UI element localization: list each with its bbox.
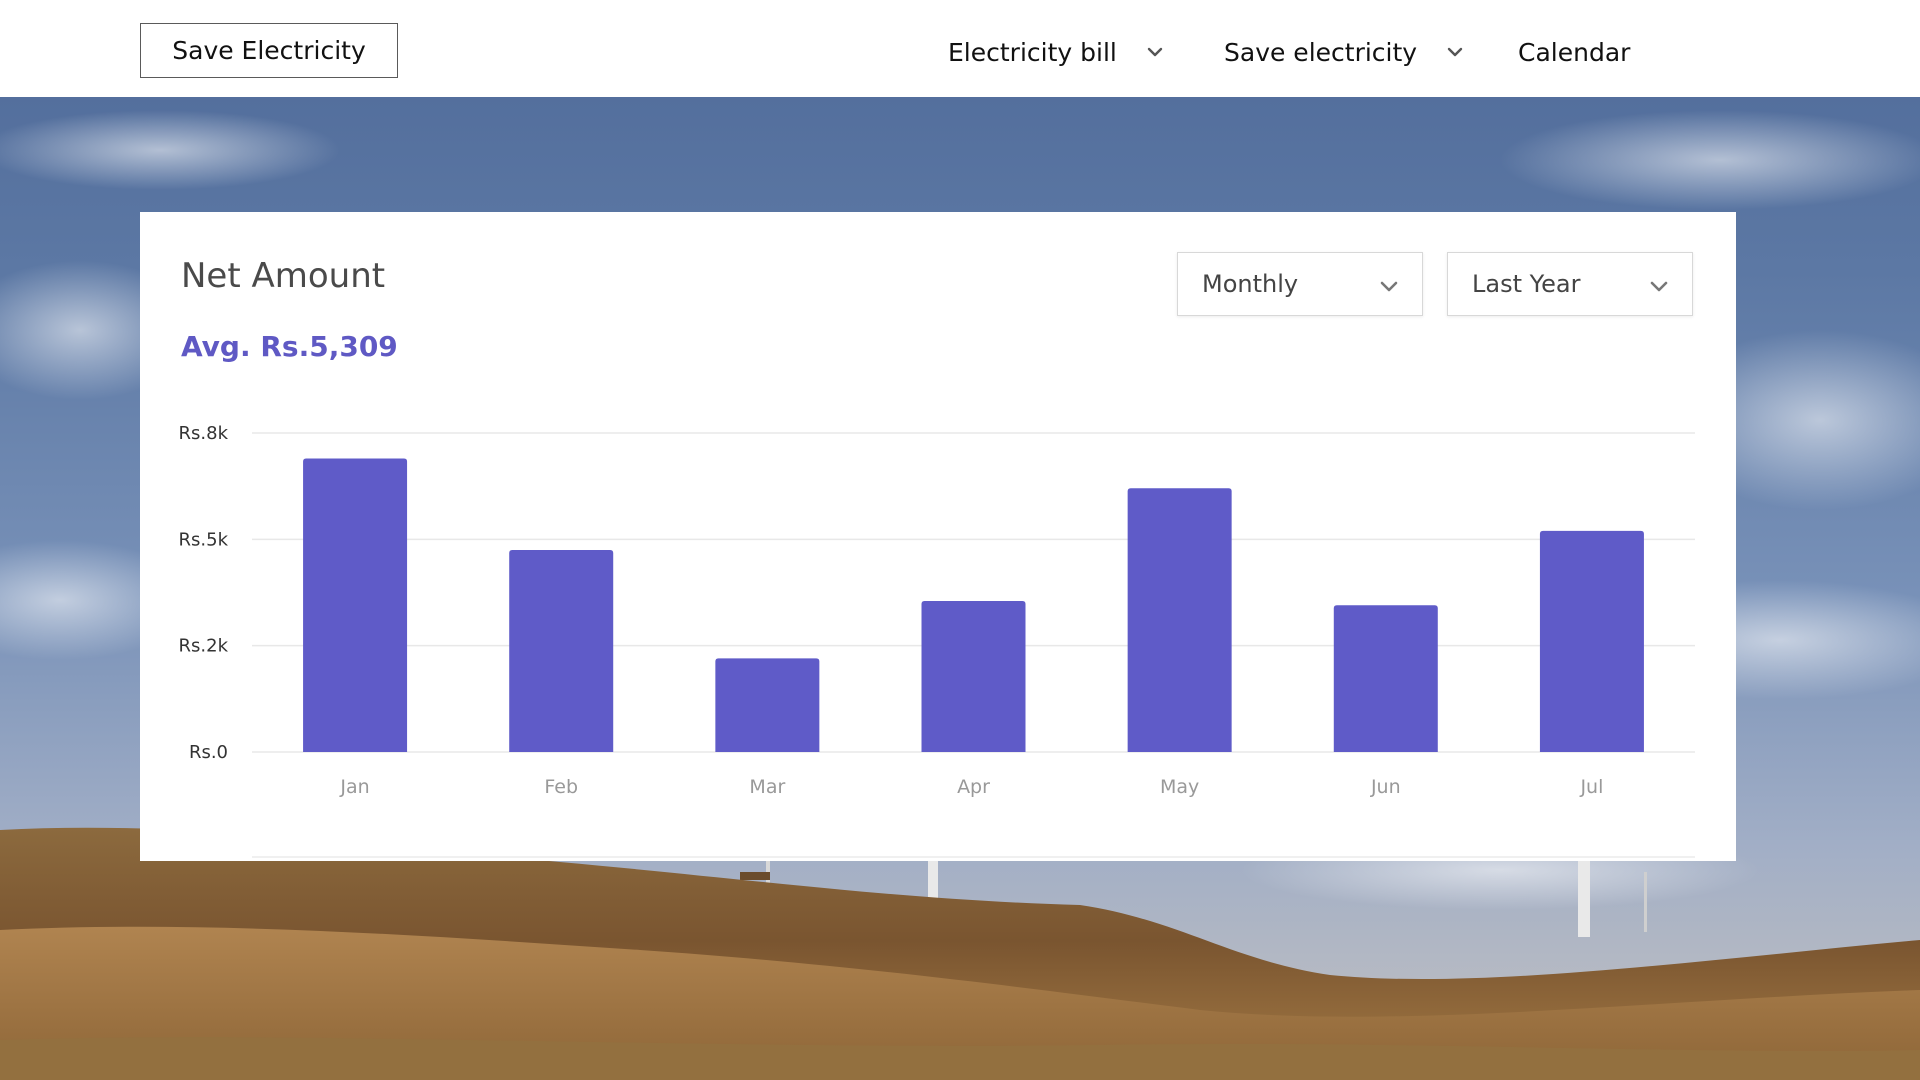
nav-item-calendar[interactable]: Calendar xyxy=(1518,30,1630,74)
nav-item-label: Calendar xyxy=(1518,37,1631,67)
brand-label: Save Electricity xyxy=(172,36,366,65)
y-tick-label: Rs.0 xyxy=(189,742,228,763)
bar-may xyxy=(1127,488,1232,752)
x-tick-label: Mar xyxy=(749,776,785,798)
y-tick-label: Rs.2k xyxy=(179,636,229,657)
save-electricity-brand-button[interactable]: Save Electricity xyxy=(140,23,398,78)
nav-item-electricity-bill[interactable]: Electricity bill xyxy=(948,30,1165,74)
nav-item-save-electricity[interactable]: Save electricity xyxy=(1224,30,1465,74)
nav-item-label: Save electricity xyxy=(1224,37,1418,67)
chevron-down-icon xyxy=(1447,47,1463,57)
nav-item-label: Electricity bill xyxy=(948,37,1117,67)
x-tick-label: Jul xyxy=(1579,776,1603,798)
x-tick-label: Apr xyxy=(957,776,990,798)
net-amount-card: Net Amount Avg. Rs.5,309 Monthly Last Ye… xyxy=(140,212,1736,861)
bar-feb xyxy=(509,549,614,752)
y-tick-label: Rs.5k xyxy=(179,529,229,550)
bar-jul xyxy=(1539,530,1644,752)
bar-mar xyxy=(715,658,820,752)
x-tick-label: Jan xyxy=(339,776,369,798)
chevron-down-icon xyxy=(1147,47,1163,57)
x-tick-label: Jun xyxy=(1370,776,1401,798)
bar-jun xyxy=(1333,605,1438,752)
page: Save Electricity Electricity bill Save e… xyxy=(0,0,1920,1080)
x-tick-label: May xyxy=(1160,776,1199,798)
y-tick-label: Rs.8k xyxy=(179,423,229,444)
top-navigation-bar: Save Electricity Electricity bill Save e… xyxy=(0,0,1920,97)
bar-jan xyxy=(303,458,408,752)
bar-apr xyxy=(921,601,1026,752)
net-amount-bar-chart: Rs.0 Rs.2k Rs.5k Rs.8k Jan Feb Mar Apr May Jun Jul xyxy=(179,423,1695,858)
x-tick-label: Feb xyxy=(544,776,578,798)
